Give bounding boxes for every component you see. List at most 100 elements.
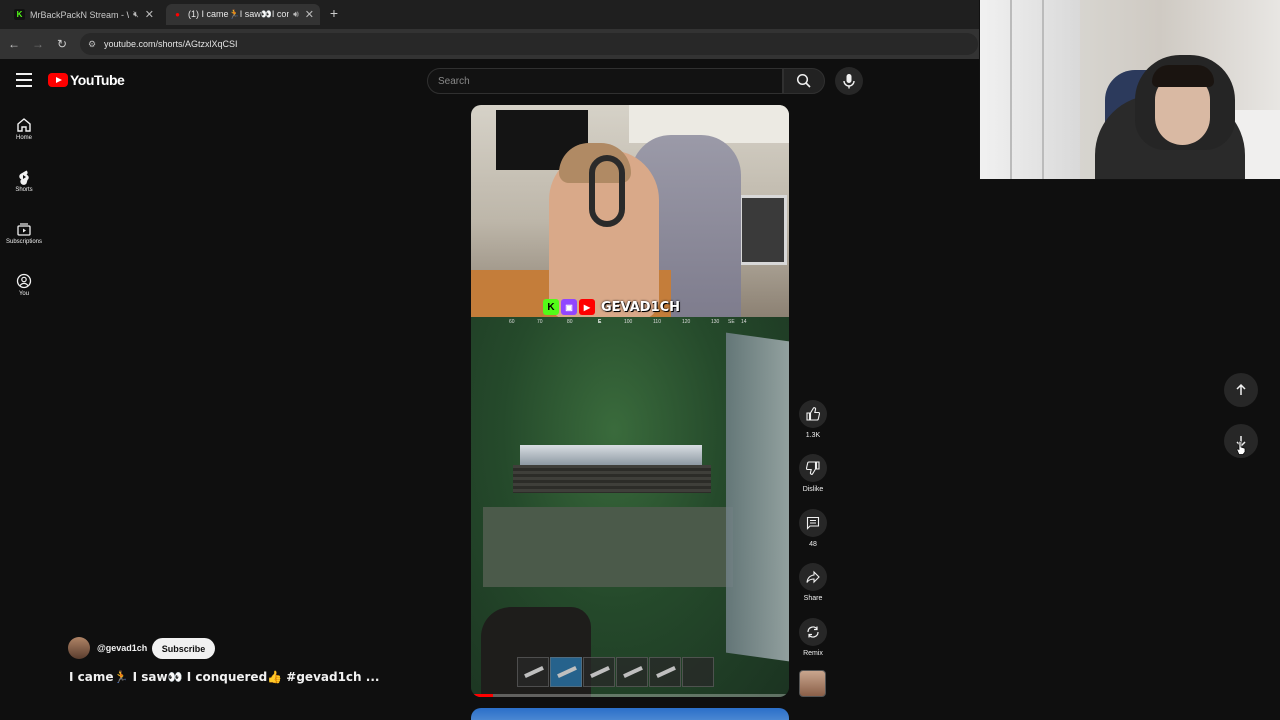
sidebar-item-home[interactable]: Home (0, 111, 48, 155)
like-button[interactable]: 1.3K (796, 400, 830, 439)
arrow-up-icon (1236, 383, 1246, 395)
sidebar-item-label: Shorts (15, 187, 33, 193)
youtube-play-icon (48, 73, 68, 87)
game-compass: 60 70 80 E 100 110 120 130 SE 14 (471, 317, 789, 329)
game-vents (513, 465, 711, 493)
game-floor (483, 507, 733, 587)
compass-mark: 70 (537, 319, 543, 325)
comment-icon (806, 516, 820, 530)
youtube-logo-icon: ▶ (579, 299, 595, 315)
sidebar-item-you[interactable]: You (0, 267, 48, 311)
thumbs-down-icon (806, 461, 820, 475)
search-placeholder: Search (438, 75, 470, 87)
wardrobe-door (980, 0, 1080, 179)
compass-mark: 60 (509, 319, 515, 325)
short-title[interactable]: I came🏃 I saw👀 I conquered👍 #gevad1ch ..… (69, 670, 379, 684)
subscriptions-icon (17, 223, 31, 236)
share-icon (806, 570, 820, 584)
game-wall (726, 332, 789, 662)
sidebar-item-subscriptions[interactable]: Subscriptions (0, 215, 48, 259)
forward-button[interactable]: → (30, 36, 46, 52)
reload-button[interactable]: ↻ (54, 36, 70, 52)
microphone-icon (843, 74, 855, 89)
tab-title: MrBackPackN Stream - Wa (30, 9, 130, 20)
video-progress-bar[interactable] (471, 694, 789, 697)
game-window (520, 445, 702, 465)
stream-platforms-overlay: K ▣ ▶ GEVAD1CH (543, 298, 680, 316)
dislike-button[interactable]: Dislike (796, 454, 830, 493)
hotbar-slot-active (550, 657, 582, 687)
search-input[interactable]: Search (427, 68, 783, 94)
remix-label: Remix (803, 650, 823, 657)
streamer-webcam-frame: K ▣ ▶ GEVAD1CH (471, 105, 789, 317)
browser-toolbar: ← → ↻ ⚙ youtube.com/shorts/AGtzxlXqCSI (0, 29, 980, 59)
hand-cursor-icon (1236, 441, 1246, 455)
hotbar-slot (517, 657, 549, 687)
like-count: 1.3K (805, 432, 821, 439)
browser-tab-youtube[interactable]: ● (1) I came🏃I saw👀I conq 🔊︎ ✕ (166, 4, 320, 25)
comments-button[interactable]: 48 (796, 509, 830, 548)
muted-speaker-icon[interactable]: 🔇︎ (133, 9, 139, 20)
share-label: Share (803, 595, 823, 602)
oven (739, 195, 787, 265)
shorts-icon (19, 170, 29, 185)
compass-mark: 100 (624, 319, 633, 325)
hotbar-slot (583, 657, 615, 687)
close-tab-icon[interactable]: ✕ (305, 8, 314, 21)
kick-logo-icon: K (543, 299, 559, 315)
subscribe-button[interactable]: Subscribe (152, 638, 215, 659)
sidebar-item-label: Home (15, 135, 32, 141)
share-button[interactable]: Share (796, 563, 830, 602)
logo-text: YouTube (70, 72, 125, 88)
tab-title: (1) I came🏃I saw👀I conq (188, 9, 290, 19)
youtube-favicon-icon: ● (175, 10, 180, 19)
streamer-hair (1152, 65, 1214, 87)
gameplay-footage (471, 317, 789, 697)
shorts-video-player[interactable]: K ▣ ▶ GEVAD1CH 60 70 80 E 100 110 120 13… (471, 105, 789, 697)
channel-thumbnail-icon[interactable] (799, 670, 826, 697)
browser-tab-kick[interactable]: K MrBackPackN Stream - Wa 🔇︎ ✕ (8, 4, 160, 25)
youtube-logo[interactable]: YouTube (48, 72, 125, 88)
headset (589, 155, 625, 227)
search-button[interactable] (783, 68, 825, 94)
address-bar[interactable]: ⚙ youtube.com/shorts/AGtzxlXqCSI (80, 33, 978, 55)
youtube-header: YouTube Search (0, 59, 980, 103)
channel-handle[interactable]: @gevad1ch (97, 643, 147, 653)
screen: K MrBackPackN Stream - Wa 🔇︎ ✕ ● (1) I c… (0, 0, 1280, 720)
back-button[interactable]: ← (6, 36, 22, 52)
compass-mark: E (598, 319, 602, 325)
previous-short-button[interactable] (1224, 373, 1258, 407)
dislike-label: Dislike (802, 486, 824, 493)
hotbar-slot (682, 657, 714, 687)
voice-search-button[interactable] (835, 67, 863, 95)
twitch-logo-icon: ▣ (561, 299, 577, 315)
remix-button[interactable]: Remix (796, 618, 830, 657)
game-hotbar (517, 657, 715, 687)
kick-favicon-icon: K (14, 9, 25, 20)
home-icon (17, 118, 31, 132)
next-short-preview[interactable] (471, 708, 789, 720)
sidebar-item-label: Subscriptions (5, 239, 43, 245)
site-info-icon[interactable]: ⚙ (88, 39, 98, 49)
you-icon (16, 273, 32, 289)
compass-mark: 14 (741, 319, 747, 325)
remix-icon (807, 626, 819, 638)
url-text: youtube.com/shorts/AGtzxlXqCSI (104, 39, 238, 49)
streamer-name: GEVAD1CH (601, 299, 681, 315)
hotbar-slot (616, 657, 648, 687)
search-icon (796, 73, 811, 88)
new-tab-button[interactable]: + (326, 5, 342, 21)
compass-mark: SE (728, 319, 735, 325)
channel-avatar[interactable] (68, 637, 90, 659)
sidebar-item-shorts[interactable]: Shorts (0, 163, 48, 207)
compass-mark: 130 (711, 319, 720, 325)
menu-icon[interactable] (16, 73, 32, 87)
sidebar-item-label: You (18, 291, 30, 297)
thumbs-up-icon (806, 407, 820, 421)
speaker-icon[interactable]: 🔊︎ (293, 9, 299, 20)
comment-count: 48 (809, 541, 817, 548)
compass-mark: 110 (653, 319, 661, 325)
close-tab-icon[interactable]: ✕ (145, 8, 154, 21)
hotbar-slot (649, 657, 681, 687)
compass-mark: 120 (682, 319, 691, 325)
